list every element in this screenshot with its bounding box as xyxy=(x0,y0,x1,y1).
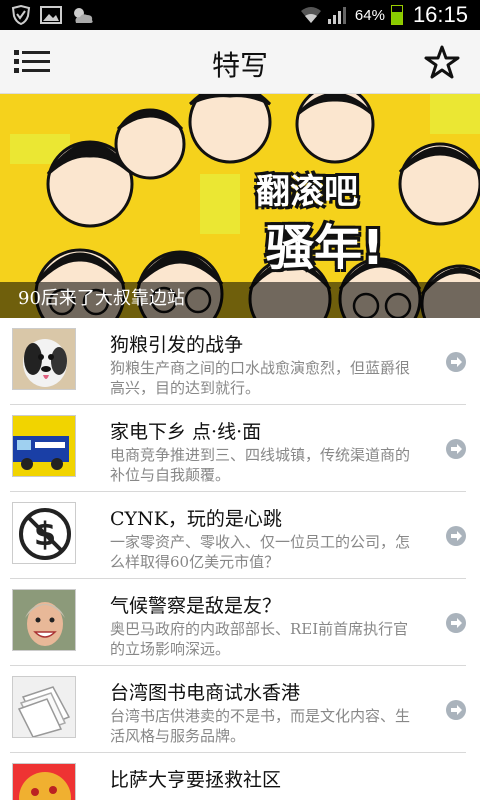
article-summary: 奥巴马政府的内政部部长、REI前首席执行官的立场影响深远。 xyxy=(110,620,409,658)
wifi-icon xyxy=(299,5,321,25)
list-item[interactable]: 狗粮引发的战争 狗粮生产商之间的口水战愈演愈烈，但蓝爵很高兴，目的达到就行。 xyxy=(10,318,466,405)
list-item[interactable]: 台湾图书电商试水香港 台湾书店供港卖的不是书，而是文化内容、生活风格与服务品牌。 xyxy=(10,666,466,753)
article-summary: 电商竞争推进到三、四线城镇，传统渠道商的补位与自我颠覆。 xyxy=(110,446,411,484)
chevron-right-icon[interactable] xyxy=(446,700,466,720)
signal-icon xyxy=(327,5,349,25)
list-item[interactable]: 比萨大亨要拯救社区 xyxy=(10,753,466,800)
pizza-thumbnail xyxy=(12,763,76,800)
weather-icon xyxy=(70,5,93,25)
dog-thumbnail xyxy=(12,328,76,390)
app-header: 特写 xyxy=(0,30,480,94)
chevron-right-icon[interactable] xyxy=(446,439,466,459)
paper-thumbnail xyxy=(12,676,76,738)
shield-icon xyxy=(10,4,32,26)
chevron-right-icon[interactable] xyxy=(446,526,466,546)
list-item[interactable]: 家电下乡 点·线·面 电商竞争推进到三、四线城镇，传统渠道商的补位与自我颠覆。 xyxy=(10,405,466,492)
battery-icon xyxy=(390,5,403,25)
article-title: 台湾图书电商试水香港 xyxy=(110,682,301,704)
list-item[interactable]: 气候警察是敌是友？ 奥巴马政府的内政部部长、REI前首席执行官的立场影响深远。 xyxy=(10,579,466,666)
article-title: 比萨大亨要拯救社区 xyxy=(110,769,282,791)
list-item[interactable]: $ CYNK，玩的是心跳 一家零资产、零收入、仅一位员工的公司，怎么样取得60亿… xyxy=(10,492,466,579)
banner-headline-2: 骚年! xyxy=(266,220,384,276)
van-thumbnail xyxy=(12,415,76,477)
star-icon[interactable] xyxy=(424,44,460,80)
chevron-right-icon[interactable] xyxy=(446,613,466,633)
banner-caption: 90后来了大叔靠边站 xyxy=(18,288,185,309)
image-icon xyxy=(40,5,62,25)
battery-percent: 64% xyxy=(354,6,385,24)
article-list: 狗粮引发的战争 狗粮生产商之间的口水战愈演愈烈，但蓝爵很高兴，目的达到就行。 家… xyxy=(0,318,480,800)
portrait-thumbnail xyxy=(12,589,76,651)
banner-headline-1: 翻滚吧 xyxy=(256,172,358,212)
page-title: 特写 xyxy=(211,49,268,82)
article-summary: 狗粮生产商之间的口水战愈演愈烈，但蓝爵很高兴，目的达到就行。 xyxy=(110,359,411,397)
article-title: CYNK，玩的是心跳 xyxy=(110,508,282,530)
article-title: 家电下乡 点·线·面 xyxy=(110,421,262,443)
featured-banner[interactable]: 翻滚吧 骚年! 90后来了大叔靠边站 xyxy=(0,94,480,318)
article-title: 狗粮引发的战争 xyxy=(110,334,244,356)
no-dollar-thumbnail: $ xyxy=(12,502,76,564)
article-title: 气候警察是敌是友？ xyxy=(110,595,282,617)
article-summary: 一家零资产、零收入、仅一位员工的公司，怎么样取得60亿美元市值？ xyxy=(110,533,411,571)
article-summary: 台湾书店供港卖的不是书，而是文化内容、生活风格与服务品牌。 xyxy=(110,707,411,745)
clock: 16:15 xyxy=(412,2,468,27)
status-bar: 64% 16:15 xyxy=(0,0,480,30)
chevron-right-icon[interactable] xyxy=(446,352,466,372)
